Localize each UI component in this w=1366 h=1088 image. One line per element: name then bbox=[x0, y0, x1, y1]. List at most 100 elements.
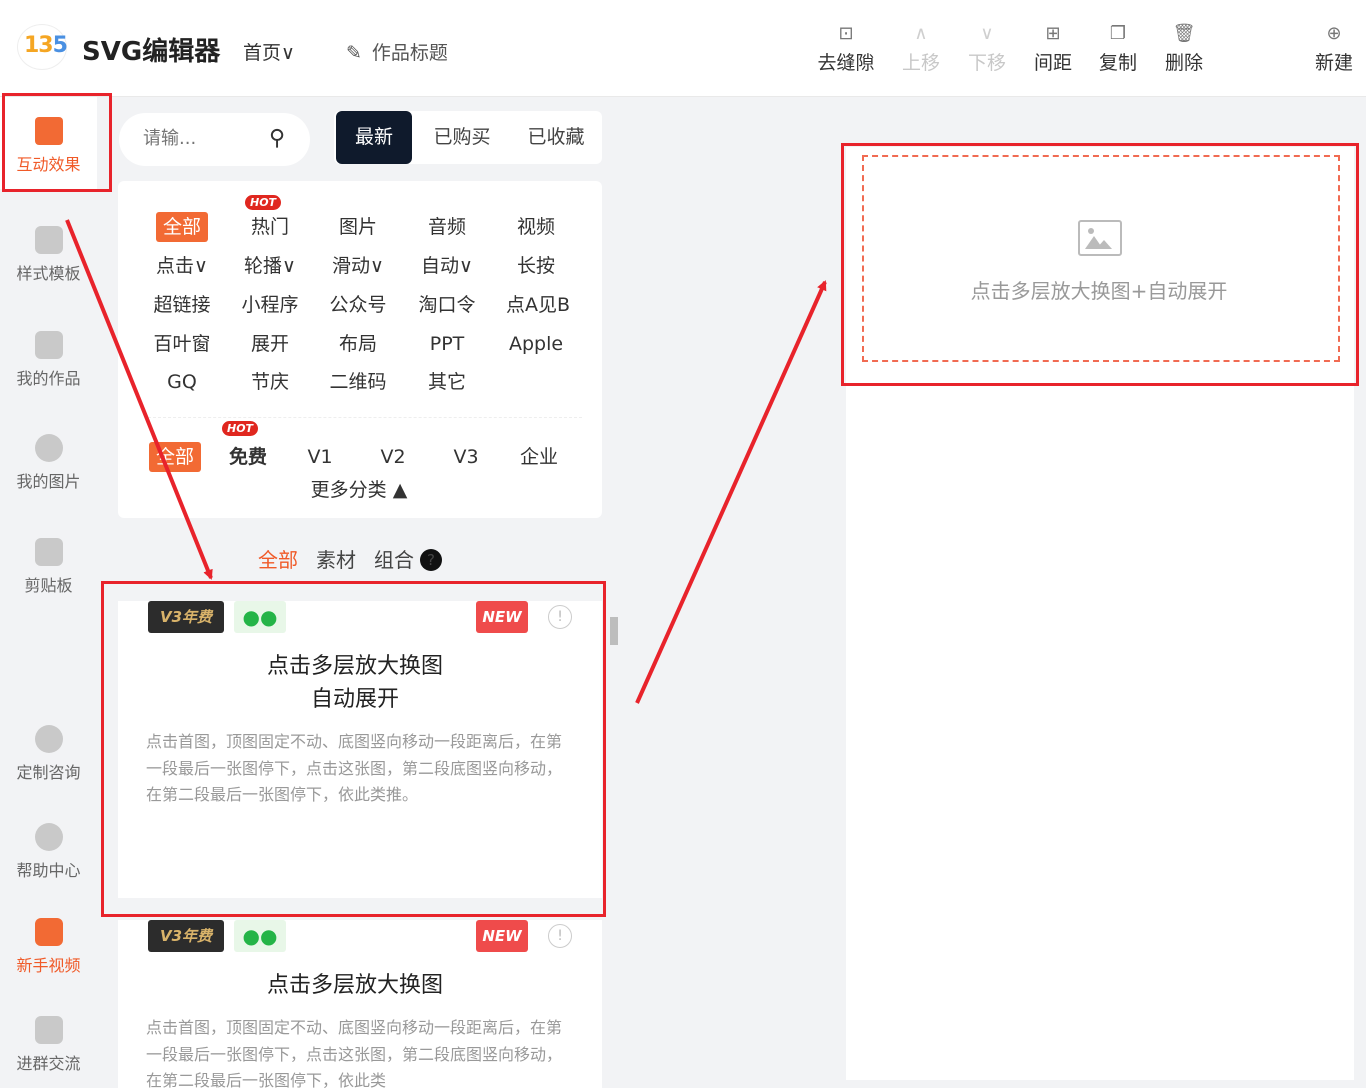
category-click[interactable]: 点击∨ bbox=[146, 251, 218, 281]
hot-badge: HOT bbox=[222, 421, 259, 436]
document-icon bbox=[34, 1016, 63, 1044]
sidebar-item-label: 新手视频 bbox=[16, 956, 81, 975]
wechat-icon: ●● bbox=[234, 601, 286, 633]
tier-v2[interactable]: V2 bbox=[373, 442, 413, 472]
sidebar-item-interactive-effects[interactable]: 互动效果 bbox=[0, 97, 97, 189]
tab-purchased[interactable]: 已购买 bbox=[422, 111, 502, 164]
category-official-account[interactable]: 公众号 bbox=[322, 290, 394, 320]
sidebar-item-help-center[interactable]: 帮助中心 bbox=[0, 823, 97, 881]
headset-icon bbox=[34, 725, 63, 753]
tool-new[interactable]: ⊕ 新建 bbox=[1302, 20, 1366, 75]
new-badge: NEW bbox=[476, 601, 528, 633]
tool-delete[interactable]: 🗑 删除 bbox=[1152, 20, 1216, 75]
help-icon[interactable]: ? bbox=[420, 549, 442, 571]
tool-spacing[interactable]: ⊞ 间距 bbox=[1021, 20, 1085, 75]
sidebar-item-tutorial-video[interactable]: 新手视频 bbox=[0, 918, 97, 976]
chevron-down-icon: ∨ bbox=[282, 255, 296, 277]
template-card[interactable]: V3年费 ●● NEW ! 点击多层放大换图 自动展开 点击首图，顶图固定不动、… bbox=[118, 601, 602, 898]
tool-copy[interactable]: ❐ 复制 bbox=[1086, 20, 1150, 75]
category-video[interactable]: 视频 bbox=[500, 212, 572, 242]
sidebar-item-clipboard[interactable]: 剪贴板 bbox=[0, 538, 97, 596]
category-other[interactable]: 其它 bbox=[411, 367, 483, 397]
v3-annual-badge: V3年费 bbox=[148, 601, 224, 633]
content-type-tabs: 全部 素材 组合? bbox=[258, 544, 460, 573]
tab-latest[interactable]: 最新 bbox=[336, 111, 412, 164]
search-input[interactable] bbox=[141, 127, 255, 150]
tool-remove-gap[interactable]: ⊡ 去缝隙 bbox=[814, 20, 878, 75]
info-icon[interactable]: ! bbox=[548, 924, 572, 948]
chevron-down-icon: ∨ bbox=[980, 23, 994, 44]
logo-mark-2: 5 bbox=[52, 33, 68, 58]
category-gq[interactable]: GQ bbox=[146, 367, 218, 397]
category-blinds[interactable]: 百叶窗 bbox=[146, 329, 218, 359]
tier-all[interactable]: 全部 bbox=[149, 442, 201, 472]
tool-label: 复制 bbox=[1098, 52, 1137, 74]
hot-badge: HOT bbox=[245, 195, 282, 210]
image-icon bbox=[1078, 220, 1122, 256]
info-icon[interactable]: ! bbox=[548, 605, 572, 629]
sidebar-item-label: 剪贴板 bbox=[24, 576, 73, 595]
home-menu[interactable]: 首页∨ bbox=[243, 38, 295, 65]
category-expand[interactable]: 展开 bbox=[234, 329, 306, 359]
category-long-press[interactable]: 长按 bbox=[500, 251, 572, 281]
category-apple[interactable]: Apple bbox=[500, 329, 572, 359]
category-label: 自动 bbox=[421, 255, 460, 277]
category-hyperlink[interactable]: 超链接 bbox=[146, 290, 218, 320]
search-icon[interactable]: ⚲ bbox=[269, 126, 285, 151]
folder-icon bbox=[34, 331, 63, 359]
sidebar-item-label: 我的作品 bbox=[16, 369, 81, 388]
video-icon bbox=[34, 918, 63, 946]
sidebar-item-my-images[interactable]: 我的图片 bbox=[0, 434, 97, 492]
category-taobao-code[interactable]: 淘口令 bbox=[411, 290, 483, 320]
category-festival[interactable]: 节庆 bbox=[234, 367, 306, 397]
tool-move-up[interactable]: ∧ 上移 bbox=[889, 20, 953, 75]
sidebar-item-my-works[interactable]: 我的作品 bbox=[0, 331, 97, 389]
scrollbar-thumb[interactable] bbox=[610, 617, 618, 645]
tier-free[interactable]: 免费 bbox=[222, 442, 274, 472]
more-categories-toggle[interactable]: 更多分类 ▲ bbox=[304, 475, 414, 505]
category-auto[interactable]: 自动∨ bbox=[411, 251, 483, 281]
tier-v3[interactable]: V3 bbox=[446, 442, 486, 472]
category-audio[interactable]: 音频 bbox=[411, 212, 483, 242]
category-carousel[interactable]: 轮播∨ bbox=[234, 251, 306, 281]
spacing-icon: ⊞ bbox=[1045, 23, 1061, 44]
trash-icon: 🗑 bbox=[1172, 23, 1196, 44]
chevron-down-icon: ∨ bbox=[370, 255, 384, 277]
new-badge: NEW bbox=[476, 920, 528, 952]
category-hot[interactable]: 热门 bbox=[234, 212, 306, 242]
category-mini-program[interactable]: 小程序 bbox=[234, 290, 306, 320]
sidebar-item-custom-consult[interactable]: 定制咨询 bbox=[0, 725, 97, 783]
tool-label: 上移 bbox=[901, 52, 940, 74]
tier-v1[interactable]: V1 bbox=[300, 442, 340, 472]
tier-enterprise[interactable]: 企业 bbox=[515, 442, 563, 472]
work-title-editor[interactable]: ✎ 作品标题 bbox=[346, 38, 448, 65]
category-slide[interactable]: 滑动∨ bbox=[322, 251, 394, 281]
tool-move-down[interactable]: ∨ 下移 bbox=[955, 20, 1019, 75]
card-description: 点击首图，顶图固定不动、底图竖向移动一段距离后，在第一段最后一张图停下，点击这张… bbox=[146, 732, 563, 804]
tool-label: 新建 bbox=[1314, 52, 1353, 74]
subtab-all[interactable]: 全部 bbox=[258, 548, 298, 572]
category-all[interactable]: 全部 bbox=[156, 212, 208, 242]
cube-icon bbox=[34, 117, 63, 145]
chevron-down-icon: ∨ bbox=[281, 42, 295, 64]
gap-icon: ⊡ bbox=[838, 23, 854, 44]
question-icon bbox=[34, 823, 63, 851]
sidebar-item-style-templates[interactable]: 样式模板 bbox=[0, 226, 97, 284]
subtab-combo[interactable]: 组合 bbox=[374, 548, 414, 572]
tab-favorites[interactable]: 已收藏 bbox=[514, 111, 598, 164]
category-click-a-see-b[interactable]: 点A见B bbox=[500, 290, 576, 320]
category-panel: 全部 HOT 热门 图片 音频 视频 点击∨ 轮播∨ 滑动∨ 自动∨ 长按 超链… bbox=[118, 181, 602, 518]
image-placeholder[interactable] bbox=[862, 155, 1340, 362]
category-ppt[interactable]: PPT bbox=[411, 329, 483, 359]
tool-label: 删除 bbox=[1164, 52, 1203, 74]
category-qrcode[interactable]: 二维码 bbox=[322, 367, 394, 397]
template-card[interactable]: V3年费 ●● NEW ! 点击多层放大换图 点击首图，顶图固定不动、底图竖向移… bbox=[118, 920, 602, 1088]
category-label: 点击 bbox=[156, 255, 195, 277]
scrollbar[interactable] bbox=[608, 603, 620, 1088]
card-title-line1: 点击多层放大换图 bbox=[266, 973, 443, 998]
category-layout[interactable]: 布局 bbox=[322, 329, 394, 359]
tool-label: 去缝隙 bbox=[817, 52, 875, 74]
subtab-material[interactable]: 素材 bbox=[316, 548, 356, 572]
category-image[interactable]: 图片 bbox=[322, 212, 394, 242]
sidebar-item-join-group[interactable]: 进群交流 bbox=[0, 1016, 97, 1074]
